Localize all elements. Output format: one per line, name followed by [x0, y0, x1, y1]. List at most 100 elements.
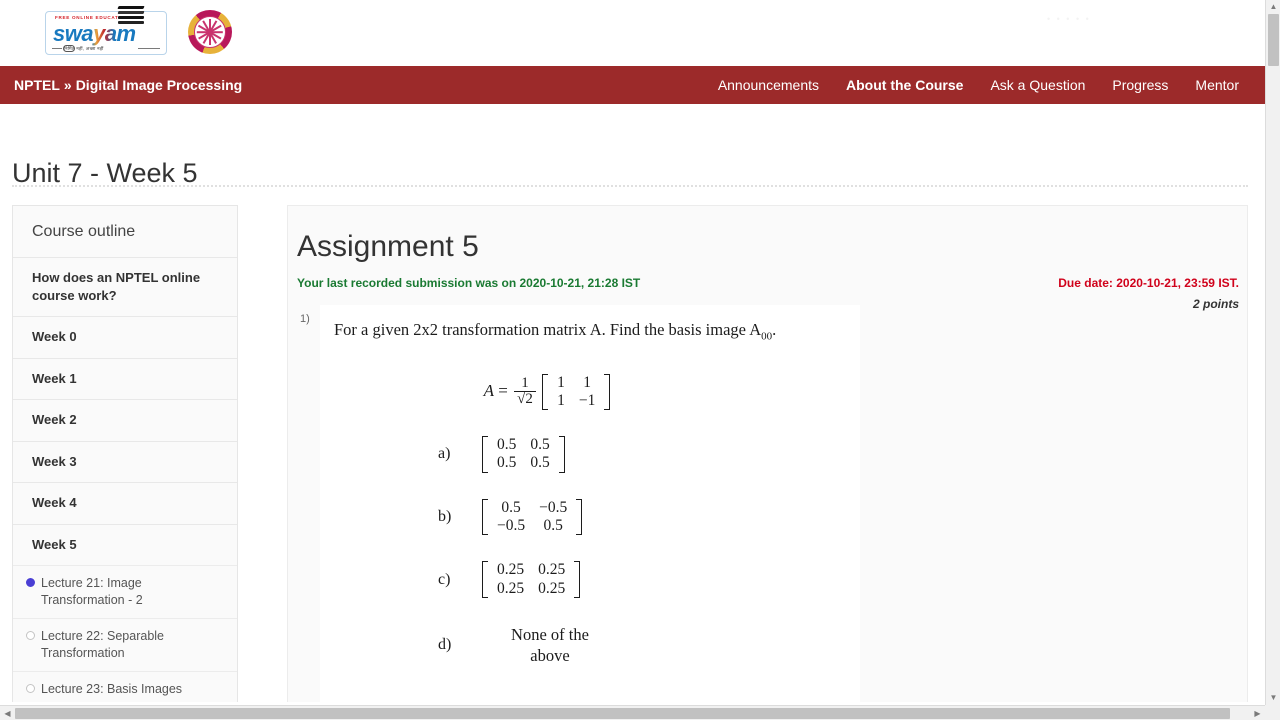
option-d-line2: above [530, 646, 570, 666]
option-d-text: None of the above [490, 624, 610, 667]
option-a[interactable]: a) 0.5 0.5 0.5 0.5 [320, 436, 860, 473]
course-outline-sidebar: Course outline How does an NPTEL online … [12, 205, 238, 702]
option-c-matrix: 0.25 0.25 0.25 0.25 [482, 561, 581, 598]
formula-lhs: A [483, 380, 495, 400]
sidebar-item-week-4[interactable]: Week 4 [13, 482, 237, 524]
brand-header: FREE ONLINE EDUCATION swayam निर्मित नही… [0, 0, 1265, 66]
breadcrumb-course[interactable]: Digital Image Processing [76, 77, 243, 93]
answer-options: a) 0.5 0.5 0.5 0.5 b) 0.5 −0.5 −0.5 0.5 … [320, 436, 860, 667]
page-root: FREE ONLINE EDUCATION swayam निर्मित नही… [0, 0, 1280, 720]
swayam-logo[interactable]: FREE ONLINE EDUCATION swayam निर्मित नही… [45, 11, 167, 55]
scroll-up-icon[interactable]: ▲ [1266, 0, 1280, 14]
formula-fraction: 1 √2 [514, 374, 536, 409]
formula-matrix-cell-10: 1 [557, 391, 565, 409]
formula-matrix: 1 1 1 −1 [542, 373, 611, 411]
sidebar-item-week-5[interactable]: Week 5 [13, 523, 237, 566]
option-c[interactable]: c) 0.25 0.25 0.25 0.25 [320, 561, 860, 598]
option-c-cell-01: 0.25 [538, 561, 566, 579]
sidebar-lecture-22-label: Lecture 22: Separable Transformation [41, 629, 165, 660]
user-dots: • • • • • [1047, 14, 1091, 24]
sidebar-lecture-23-label: Lecture 23: Basis Images [41, 681, 183, 696]
scroll-right-icon[interactable]: ▶ [1250, 706, 1265, 720]
nav-item-mentor[interactable]: Mentor [1195, 77, 1239, 93]
radio-unselected-icon [26, 683, 35, 693]
question-text-part2: . [772, 320, 777, 339]
option-c-cell-10: 0.25 [497, 579, 525, 597]
matrix-bracket-left [482, 498, 488, 536]
option-b-cell-01: −0.5 [539, 498, 568, 516]
formula-matrix-cell-00: 1 [557, 373, 565, 391]
formula-numerator: 1 [521, 374, 529, 391]
logo-rule-left [52, 48, 62, 49]
matrix-bracket-right [574, 561, 581, 598]
option-a-cell-11: 0.5 [530, 454, 550, 472]
nav-item-about-the-course[interactable]: About the Course [846, 77, 963, 93]
title-divider [12, 185, 1248, 187]
option-b-cell-10: −0.5 [497, 517, 526, 534]
matrix-bracket-right [558, 436, 565, 473]
sidebar-item-week-2[interactable]: Week 2 [13, 399, 237, 441]
navbar-menu: Announcements About the Course Ask a Que… [718, 77, 1239, 93]
question-text: For a given 2x2 transformation matrix A.… [320, 305, 860, 344]
sidebar-item-week-3[interactable]: Week 3 [13, 440, 237, 483]
option-d-line1: None of the [511, 624, 589, 644]
assignment-panel: Assignment 5 Your last recorded submissi… [287, 205, 1248, 702]
matrix-bracket-right [604, 373, 611, 411]
question-text-part1: For a given 2x2 transformation matrix A.… [334, 320, 762, 339]
vertical-scrollbar[interactable]: ▲ ▼ [1265, 0, 1280, 705]
option-c-label: c) [438, 570, 451, 588]
matrix-bracket-left [482, 436, 488, 473]
matrix-bracket-right [576, 498, 583, 536]
question-image-block: For a given 2x2 transformation matrix A.… [320, 305, 860, 702]
sidebar-item-how-it-works[interactable]: How does an NPTEL online course work? [13, 257, 237, 316]
option-a-matrix: 0.5 0.5 0.5 0.5 [482, 436, 565, 473]
formula-equals: = [498, 380, 508, 400]
sidebar-lecture-21-label: Lecture 21: Image Transformation - 2 [41, 576, 143, 608]
formula-matrix-cell-01: 1 [583, 373, 591, 391]
assignment-meta: Your last recorded submission was on 202… [288, 276, 1247, 311]
question-text-subscript: 00 [761, 330, 773, 343]
due-date-note: Due date: 2020-10-21, 23:59 IST. [1058, 276, 1239, 290]
radio-selected-icon [26, 578, 35, 588]
option-a-cell-10: 0.5 [497, 454, 517, 472]
matrix-bracket-left [542, 373, 549, 411]
scroll-down-icon[interactable]: ▼ [1266, 691, 1280, 705]
formula-denominator: √2 [514, 391, 536, 408]
breadcrumb-nptel[interactable]: NPTEL [14, 77, 60, 93]
swayam-tagline-bottom: निर्मित नहीं, अच्छा नहीं [64, 46, 104, 51]
option-b-label: b) [438, 508, 452, 525]
horizontal-scrollbar-thumb[interactable] [15, 708, 1230, 719]
option-a-label: a) [438, 445, 451, 463]
nav-item-progress[interactable]: Progress [1112, 77, 1168, 93]
points-label: 2 points [1192, 297, 1239, 311]
sidebar-lecture-22[interactable]: Lecture 22: Separable Transformation [13, 618, 237, 671]
logo-rule-right [138, 48, 160, 49]
matrix-bracket-left [482, 561, 488, 598]
horizontal-scrollbar[interactable]: ◀ ▶ [0, 705, 1280, 720]
option-c-cell-11: 0.25 [538, 579, 566, 597]
option-d-label: d) [438, 636, 452, 654]
nptel-emblem-icon[interactable] [188, 10, 232, 54]
sidebar-lecture-21[interactable]: Lecture 21: Image Transformation - 2 [13, 565, 237, 618]
nav-item-announcements[interactable]: Announcements [718, 77, 819, 93]
question-formula: A = 1 √2 1 1 1 −1 [320, 373, 860, 411]
vertical-scrollbar-thumb[interactable] [1268, 14, 1279, 66]
option-b-cell-00: 0.5 [501, 498, 521, 516]
radio-unselected-icon [26, 631, 35, 641]
scrollbar-corner [1265, 705, 1280, 720]
option-b-matrix: 0.5 −0.5 −0.5 0.5 [482, 498, 583, 536]
sidebar-item-week-1[interactable]: Week 1 [13, 357, 237, 400]
scroll-left-icon[interactable]: ◀ [0, 706, 15, 720]
sidebar-heading: Course outline [32, 223, 136, 240]
last-submission-note: Your last recorded submission was on 202… [297, 276, 641, 290]
nav-item-ask-a-question[interactable]: Ask a Question [990, 77, 1085, 93]
user-account-area[interactable]: • • • • • [1047, 14, 1237, 48]
main-navbar: NPTEL» Digital Image Processing Announcem… [0, 66, 1265, 104]
formula-matrix-cell-11: −1 [578, 391, 596, 409]
option-d[interactable]: d) None of the above [320, 624, 860, 667]
emblem-star [196, 19, 223, 45]
option-b-cell-11: 0.5 [543, 517, 563, 534]
sidebar-item-week-0[interactable]: Week 0 [13, 316, 237, 358]
option-b[interactable]: b) 0.5 −0.5 −0.5 0.5 [320, 498, 860, 536]
sidebar-lecture-23[interactable]: Lecture 23: Basis Images [13, 670, 237, 702]
